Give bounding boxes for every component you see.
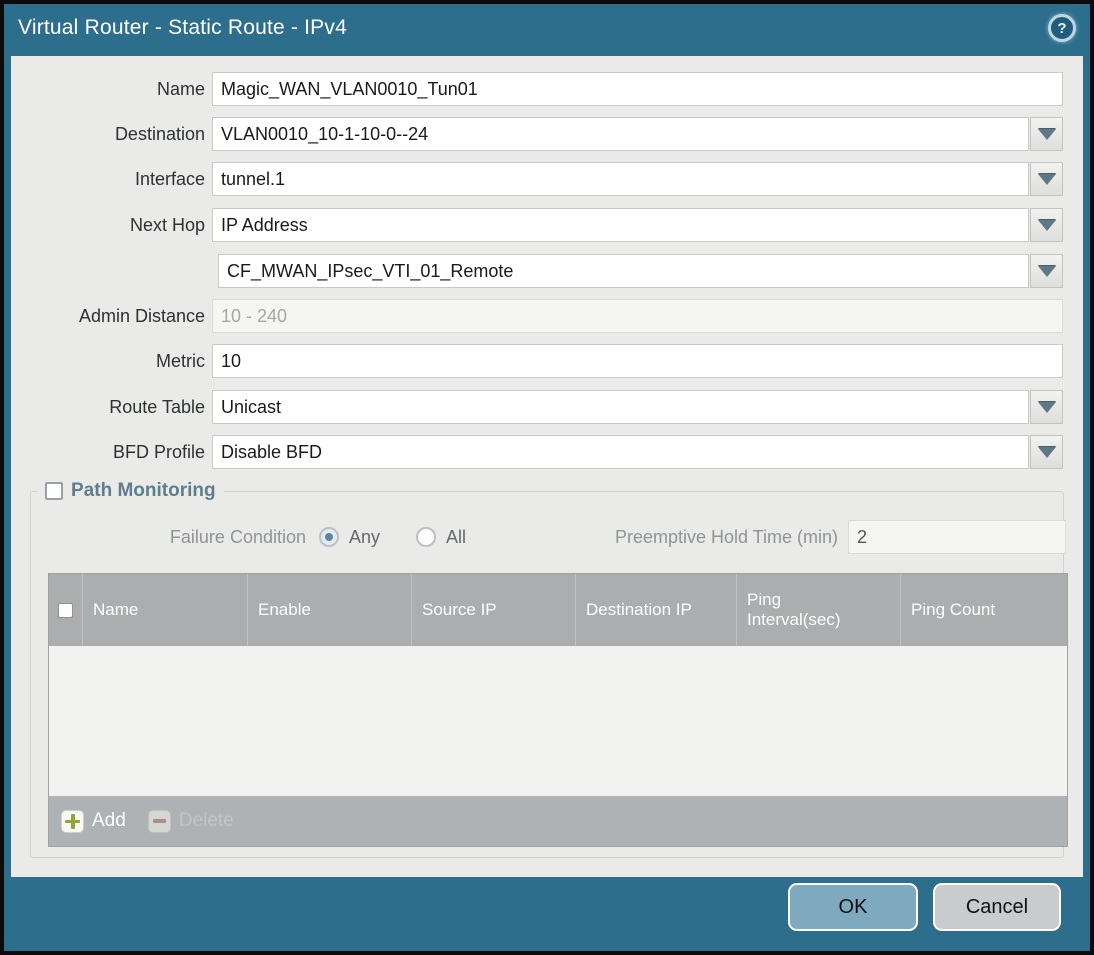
- destination-dropdown-button[interactable]: [1030, 117, 1063, 151]
- help-icon[interactable]: ?: [1048, 14, 1076, 42]
- metric-label: Metric: [156, 351, 205, 371]
- path-monitoring-checkbox[interactable]: [45, 482, 63, 500]
- name-label: Name: [156, 79, 205, 99]
- chevron-down-icon: [1037, 219, 1056, 231]
- table-header-row: Name Enable Source IP Destination IP Pin…: [49, 574, 1067, 646]
- bfd-profile-dropdown-button[interactable]: [1030, 435, 1063, 469]
- dialog-footer: OK Cancel: [4, 877, 1090, 951]
- preemptive-hold-time-input[interactable]: [848, 520, 1066, 554]
- preemptive-hold-time-label: Preemptive Hold Time (min): [614, 527, 838, 547]
- name-input[interactable]: [212, 72, 1063, 106]
- dialog-title: Virtual Router - Static Route - IPv4: [18, 16, 347, 39]
- chevron-down-icon: [1037, 128, 1056, 140]
- chevron-down-icon: [1037, 446, 1056, 458]
- table-toolbar: Add Delete: [49, 796, 1067, 846]
- failure-condition-all-radio[interactable]: [416, 527, 437, 547]
- failure-condition-label: Failure Condition: [169, 527, 306, 547]
- failure-condition-all-label: All: [446, 526, 467, 547]
- column-header-destination-ip[interactable]: Destination IP: [576, 574, 737, 646]
- route-table-input[interactable]: [212, 390, 1029, 424]
- add-button-label: Add: [92, 810, 126, 831]
- dialog-frame: Virtual Router - Static Route - IPv4 ? N…: [0, 0, 1094, 955]
- destination-input[interactable]: [212, 117, 1029, 151]
- bfd-profile-input[interactable]: [212, 435, 1029, 469]
- metric-input[interactable]: [212, 344, 1063, 378]
- next-hop-address-dropdown-button[interactable]: [1030, 254, 1063, 288]
- admin-distance-label: Admin Distance: [78, 306, 205, 326]
- next-hop-address-input[interactable]: [218, 254, 1029, 288]
- chevron-down-icon: [1037, 173, 1056, 185]
- interface-label: Interface: [134, 169, 205, 189]
- chevron-down-icon: [1037, 265, 1056, 277]
- column-header-ping-interval-text: Ping Interval(sec): [747, 590, 841, 629]
- path-monitoring-legend: Path Monitoring: [37, 480, 224, 502]
- dialog-titlebar: Virtual Router - Static Route - IPv4 ?: [4, 4, 1090, 52]
- static-route-dialog: Virtual Router - Static Route - IPv4 ? N…: [4, 4, 1090, 951]
- table-header-select-cell: [49, 574, 83, 646]
- admin-distance-input[interactable]: [212, 299, 1063, 333]
- column-header-source-ip[interactable]: Source IP: [412, 574, 576, 646]
- next-hop-label: Next Hop: [129, 215, 205, 235]
- column-header-ping-interval[interactable]: Ping Interval(sec): [737, 574, 901, 646]
- plus-icon: [61, 809, 84, 833]
- delete-button-label: Delete: [178, 810, 234, 831]
- column-header-ping-count[interactable]: Ping Count: [901, 574, 1067, 646]
- failure-condition-radio-group: Any All: [319, 520, 492, 554]
- path-monitoring-section: Path Monitoring Failure Condition Any Al…: [30, 480, 1068, 858]
- table-body-empty: [49, 646, 1067, 796]
- interface-input[interactable]: [212, 162, 1029, 196]
- route-table-label: Route Table: [109, 397, 205, 417]
- cancel-button[interactable]: Cancel: [933, 883, 1061, 931]
- add-button[interactable]: Add: [61, 809, 126, 833]
- dialog-body: Name Destination Interface Next Hop: [11, 56, 1083, 877]
- column-header-name[interactable]: Name: [83, 574, 248, 646]
- failure-condition-any-label: Any: [349, 526, 381, 547]
- minus-icon: [147, 809, 171, 833]
- delete-button[interactable]: Delete: [147, 809, 234, 833]
- path-monitoring-title: Path Monitoring: [71, 480, 216, 501]
- path-monitoring-table: Name Enable Source IP Destination IP Pin…: [48, 573, 1068, 847]
- chevron-down-icon: [1037, 401, 1056, 413]
- failure-condition-any-radio[interactable]: [319, 527, 339, 547]
- destination-label: Destination: [114, 124, 205, 144]
- interface-dropdown-button[interactable]: [1030, 162, 1063, 196]
- bfd-profile-label: BFD Profile: [112, 442, 205, 462]
- ok-button[interactable]: OK: [788, 883, 918, 931]
- column-header-enable[interactable]: Enable: [248, 574, 412, 646]
- select-all-checkbox[interactable]: [58, 602, 73, 618]
- next-hop-type-dropdown-button[interactable]: [1030, 208, 1063, 242]
- route-table-dropdown-button[interactable]: [1030, 390, 1063, 424]
- next-hop-type-input[interactable]: [212, 208, 1029, 242]
